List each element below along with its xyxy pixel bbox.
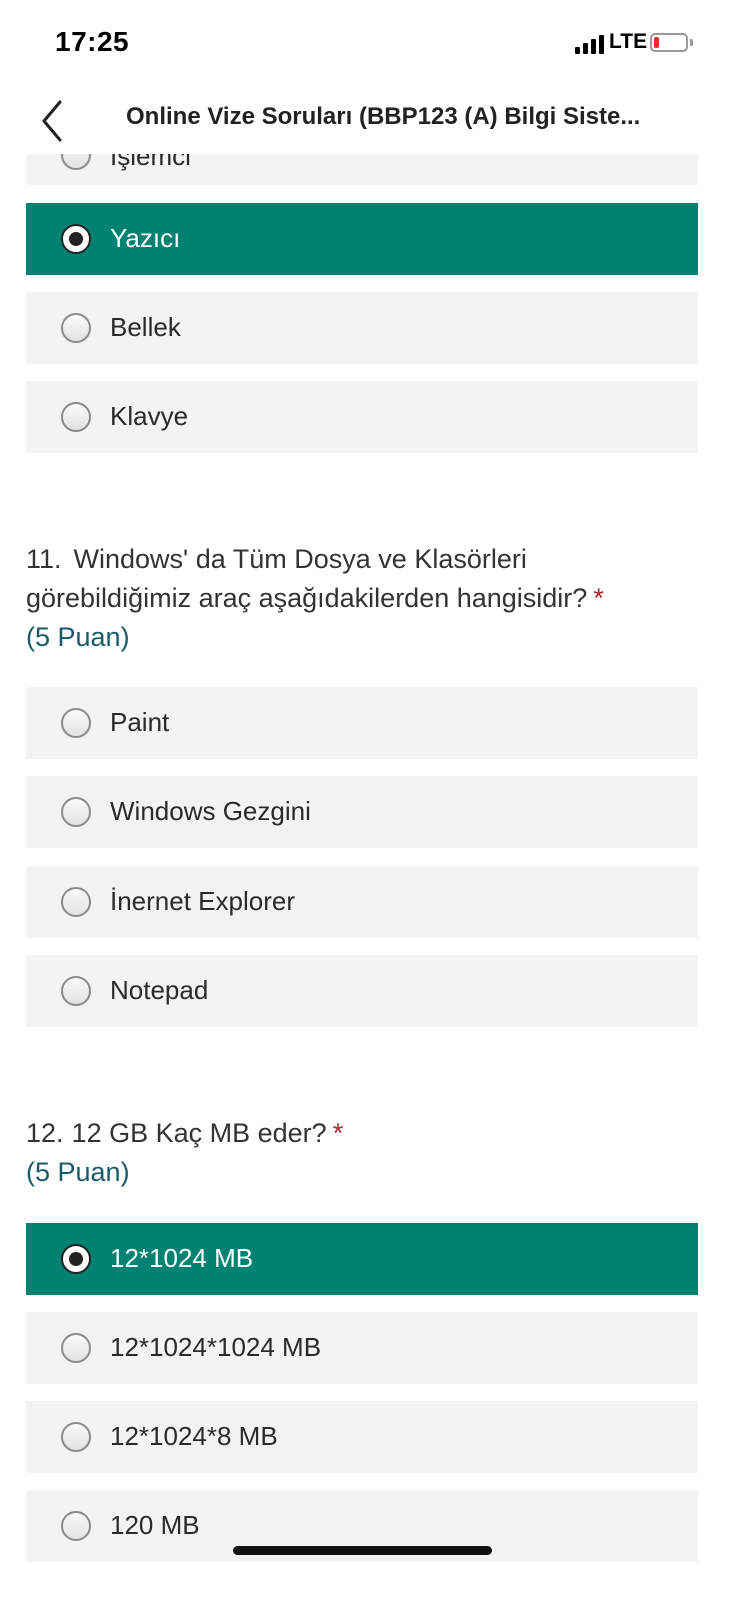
question-number: 11. xyxy=(26,544,62,574)
question-text: 12. 12 GB Kaç MB eder? * xyxy=(26,1114,716,1153)
q12-option-2[interactable]: 12*1024*1024 MB xyxy=(26,1312,698,1384)
option-label: Paint xyxy=(110,707,170,737)
page-title: Online Vize Soruları (BBP123 (A) Bilgi S… xyxy=(126,103,641,130)
q10-option-4[interactable]: Klavye xyxy=(26,381,698,453)
option-label: İnernet Explorer xyxy=(110,886,295,916)
status-time: 17:25 xyxy=(55,26,130,57)
question-text-line: 12 GB Kaç MB eder? xyxy=(71,1118,327,1148)
q10-option-3[interactable]: Bellek xyxy=(26,292,698,364)
radio-icon xyxy=(61,797,91,827)
radio-selected-icon xyxy=(61,224,91,254)
q11-option-1[interactable]: Paint xyxy=(26,687,698,759)
option-label: Bellek xyxy=(110,312,181,342)
question-points: (5 Puan) xyxy=(26,622,130,652)
question-text: görebildiğimiz araç aşağıdakilerden hang… xyxy=(26,579,716,618)
form-content[interactable]: İşlemci Yazıcı Bellek Klavye 11. Windows'… xyxy=(0,154,739,1600)
network-type: LTE xyxy=(609,30,648,53)
nav-bar: Online Vize Soruları (BBP123 (A) Bilgi S… xyxy=(0,88,739,154)
question-points: (5 Puan) xyxy=(26,1157,130,1187)
question-text-line: görebildiğimiz araç aşağıdakilerden hang… xyxy=(26,583,588,613)
option-label: Windows Gezgini xyxy=(110,796,311,826)
q12-option-3[interactable]: 12*1024*8 MB xyxy=(26,1401,698,1473)
question-text-line: Windows' da Tüm Dosya ve Klasörleri xyxy=(73,544,527,574)
option-label: 12*1024*1024 MB xyxy=(110,1332,322,1362)
radio-selected-icon xyxy=(61,1244,91,1274)
home-indicator[interactable] xyxy=(233,1546,492,1555)
option-label: 12*1024 MB xyxy=(110,1243,254,1273)
q11-option-2[interactable]: Windows Gezgini xyxy=(26,776,698,848)
q10-option-2[interactable]: Yazıcı xyxy=(26,203,698,275)
option-label: 120 MB xyxy=(110,1510,200,1540)
option-label: İşlemci xyxy=(110,154,191,171)
radio-icon xyxy=(61,1511,91,1541)
option-label: 12*1024*8 MB xyxy=(110,1421,278,1451)
radio-icon xyxy=(61,154,91,170)
radio-icon xyxy=(61,976,91,1006)
question-number: 12. xyxy=(26,1118,64,1148)
question-12: 12. 12 GB Kaç MB eder? * (5 Puan) xyxy=(26,1114,716,1192)
status-bar: 17:25 LTE xyxy=(0,0,739,88)
q11-option-3[interactable]: İnernet Explorer xyxy=(26,866,698,938)
radio-icon xyxy=(61,313,91,343)
required-mark: * xyxy=(593,583,604,613)
option-label: Notepad xyxy=(110,975,209,1005)
radio-icon xyxy=(61,887,91,917)
q11-option-4[interactable]: Notepad xyxy=(26,955,698,1027)
option-label: Yazıcı xyxy=(110,223,181,253)
radio-icon xyxy=(61,1422,91,1452)
signal-icon xyxy=(575,34,605,54)
battery-tip xyxy=(690,39,693,46)
back-button[interactable] xyxy=(30,94,80,144)
q12-option-1[interactable]: 12*1024 MB xyxy=(26,1223,698,1295)
q10-option-1[interactable]: İşlemci xyxy=(26,154,698,185)
radio-icon xyxy=(61,1333,91,1363)
radio-icon xyxy=(61,708,91,738)
battery-icon xyxy=(650,33,688,52)
question-11: 11. Windows' da Tüm Dosya ve Klasörleri g… xyxy=(26,540,716,657)
option-label: Klavye xyxy=(110,401,189,431)
chevron-left-icon xyxy=(42,100,62,142)
radio-icon xyxy=(61,402,91,432)
question-text: 11. Windows' da Tüm Dosya ve Klasörleri xyxy=(26,540,716,579)
required-mark: * xyxy=(332,1118,344,1148)
